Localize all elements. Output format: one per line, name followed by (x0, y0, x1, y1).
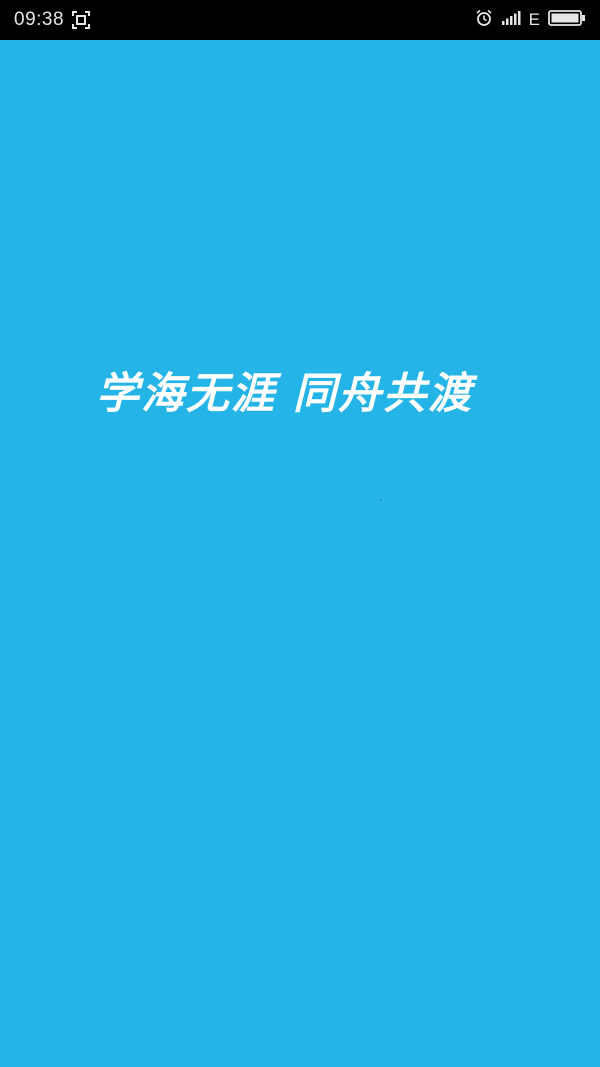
status-time: 09:38 (14, 9, 65, 30)
screenshot-icon (72, 11, 91, 29)
alarm-icon (475, 9, 493, 31)
network-type: E (528, 10, 540, 29)
splash-content: 学海无涯 同舟共渡 (0, 40, 600, 1067)
status-bar: 09:38 E (0, 0, 600, 40)
battery-icon (548, 9, 586, 31)
status-icons: E (475, 9, 586, 31)
decorative-dot (380, 499, 382, 501)
signal-icon (501, 10, 521, 30)
splash-screen: 09:38 E 学海无涯 同舟共渡 (0, 0, 600, 1067)
splash-slogan: 学海无涯 同舟共渡 (96, 369, 473, 419)
